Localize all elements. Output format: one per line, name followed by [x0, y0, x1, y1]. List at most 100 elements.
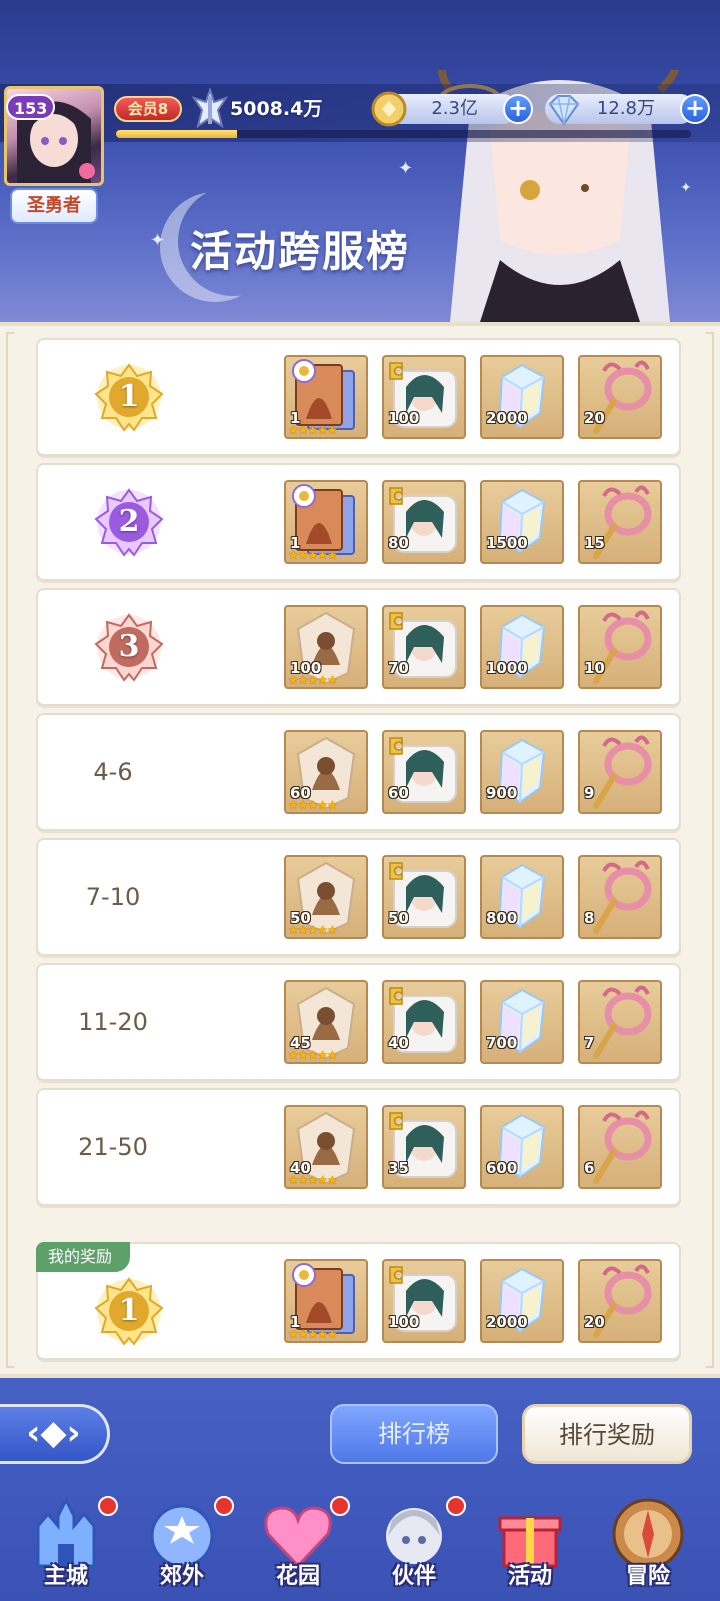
rank-reward-row: 21-50 40 ★★★★★ 35 600 6	[36, 1088, 681, 1206]
rank-number: 2	[118, 504, 140, 539]
item-quantity: 60	[388, 784, 409, 802]
reward-item-pillow-puzzle[interactable]: 100	[382, 355, 466, 439]
item-quantity: 80	[388, 534, 409, 552]
nav-label: 活动	[507, 1564, 552, 1589]
reward-item-pillow-puzzle[interactable]: 40	[382, 980, 466, 1064]
reward-item-crystal[interactable]: 1500	[480, 480, 564, 564]
player-level-badge: 153	[6, 94, 56, 120]
item-quantity: 40	[388, 1034, 409, 1052]
rank-range: 21-50	[78, 1133, 148, 1161]
reward-item-hero-card[interactable]: 1 ★★★★★	[284, 480, 368, 564]
nav-label: 花园	[275, 1564, 320, 1589]
nav-item-4[interactable]: 活动	[478, 1496, 582, 1596]
reward-item-hero-shard[interactable]: 100 ★★★★★	[284, 605, 368, 689]
item-quantity: 50	[388, 909, 409, 927]
star-rating: ★★★★★	[288, 923, 338, 937]
star-rating: ★★★★★	[288, 673, 338, 687]
my-reward-row: 我的奖励 1 1 ★★★★★ 100 2000 20	[36, 1242, 681, 1360]
reward-item-crystal[interactable]: 700	[480, 980, 564, 1064]
item-quantity: 70	[388, 659, 409, 677]
reward-item-crystal[interactable]: 2000	[480, 1259, 564, 1343]
reward-item-staff[interactable]: 6	[578, 1105, 662, 1189]
notification-dot	[214, 1496, 234, 1516]
reward-item-crystal[interactable]: 2000	[480, 355, 564, 439]
rank-reward-row: 1 1 ★★★★★ 100 2000 20	[36, 338, 681, 456]
item-quantity: 35	[388, 1159, 409, 1177]
notification-dot	[98, 1496, 118, 1516]
rank-reward-row: 7-10 50 ★★★★★ 50 800 8	[36, 838, 681, 956]
item-quantity: 100	[388, 1313, 420, 1331]
reward-item-hero-shard[interactable]: 60 ★★★★★	[284, 730, 368, 814]
rank-number: 3	[118, 629, 140, 664]
reward-item-hero-card[interactable]: 1 ★★★★★	[284, 355, 368, 439]
reward-item-pillow-puzzle[interactable]: 70	[382, 605, 466, 689]
star-rating: ★★★★★	[288, 1173, 338, 1187]
tab-ranking[interactable]: 排行榜	[330, 1404, 498, 1464]
nav-item-0[interactable]: 主城	[14, 1496, 118, 1596]
star-rating: ★★★★★	[288, 798, 338, 812]
item-quantity: 20	[584, 409, 605, 427]
star-rating: ★★★★★	[288, 548, 338, 562]
nav-label: 主城	[43, 1564, 88, 1589]
rank-reward-row: 3 100 ★★★★★ 70 1000 10	[36, 588, 681, 706]
reward-item-staff[interactable]: 20	[578, 355, 662, 439]
reward-item-staff[interactable]: 20	[578, 1259, 662, 1343]
reward-item-crystal[interactable]: 1000	[480, 605, 564, 689]
rank-range: 4-6	[93, 758, 133, 786]
rank-range: 11-20	[78, 1008, 148, 1036]
reward-item-hero-shard[interactable]: 45 ★★★★★	[284, 980, 368, 1064]
power-icon	[192, 88, 228, 128]
bottom-navigation: 主城 郊外 花园 伙伴 活动 冒险	[10, 1496, 710, 1596]
nav-label: 伙伴	[391, 1564, 436, 1589]
reward-item-staff[interactable]: 9	[578, 730, 662, 814]
reward-item-staff[interactable]: 15	[578, 480, 662, 564]
reward-item-staff[interactable]: 10	[578, 605, 662, 689]
rank-reward-row: 4-6 60 ★★★★★ 60 900 9	[36, 713, 681, 831]
reward-item-staff[interactable]: 8	[578, 855, 662, 939]
item-quantity: 600	[486, 1159, 518, 1177]
reward-item-crystal[interactable]: 900	[480, 730, 564, 814]
add-gold-button[interactable]: +	[503, 94, 533, 124]
rank-reward-row: 11-20 45 ★★★★★ 40 700 7	[36, 963, 681, 1081]
notification-dot	[330, 1496, 350, 1516]
rank-range: 7-10	[85, 883, 141, 911]
item-quantity: 1500	[486, 534, 528, 552]
reward-item-pillow-puzzle[interactable]: 100	[382, 1259, 466, 1343]
nav-item-5[interactable]: 冒险	[596, 1496, 700, 1596]
reward-item-hero-shard[interactable]: 40 ★★★★★	[284, 1105, 368, 1189]
rank-number: 1	[118, 379, 140, 414]
reward-item-crystal[interactable]: 600	[480, 1105, 564, 1189]
reward-item-staff[interactable]: 7	[578, 980, 662, 1064]
item-quantity: 800	[486, 909, 518, 927]
item-quantity: 2000	[486, 409, 528, 427]
vip-badge[interactable]: 会员8	[114, 96, 182, 122]
tab-ranking-reward[interactable]: 排行奖励	[522, 1404, 692, 1464]
nav-label: 冒险	[625, 1564, 670, 1589]
notification-dot	[446, 1496, 466, 1516]
reward-item-pillow-puzzle[interactable]: 35	[382, 1105, 466, 1189]
my-rank-number: 1	[118, 1293, 140, 1328]
item-quantity: 10	[584, 659, 605, 677]
exp-progress-bar	[116, 130, 691, 138]
reward-item-hero-shard[interactable]: 50 ★★★★★	[284, 855, 368, 939]
nav-label: 郊外	[159, 1564, 204, 1589]
reward-item-hero-card[interactable]: 1 ★★★★★	[284, 1259, 368, 1343]
reward-item-pillow-puzzle[interactable]: 60	[382, 730, 466, 814]
nav-item-2[interactable]: 花园	[246, 1496, 350, 1596]
add-diamond-button[interactable]: +	[680, 94, 710, 124]
diamond-icon	[548, 95, 580, 126]
item-quantity: 700	[486, 1034, 518, 1052]
item-quantity: 20	[584, 1313, 605, 1331]
nav-item-1[interactable]: 郊外	[130, 1496, 234, 1596]
reward-item-pillow-puzzle[interactable]: 80	[382, 480, 466, 564]
nav-item-3[interactable]: 伙伴	[362, 1496, 466, 1596]
back-button[interactable]: ‹◆›	[0, 1404, 110, 1464]
power-value: 5008.4万	[230, 98, 323, 120]
item-quantity: 900	[486, 784, 518, 802]
reward-item-crystal[interactable]: 800	[480, 855, 564, 939]
item-quantity: 6	[584, 1159, 595, 1177]
rank-reward-row: 2 1 ★★★★★ 80 1500 15	[36, 463, 681, 581]
item-quantity: 100	[388, 409, 420, 427]
reward-item-pillow-puzzle[interactable]: 50	[382, 855, 466, 939]
item-quantity: 8	[584, 909, 595, 927]
